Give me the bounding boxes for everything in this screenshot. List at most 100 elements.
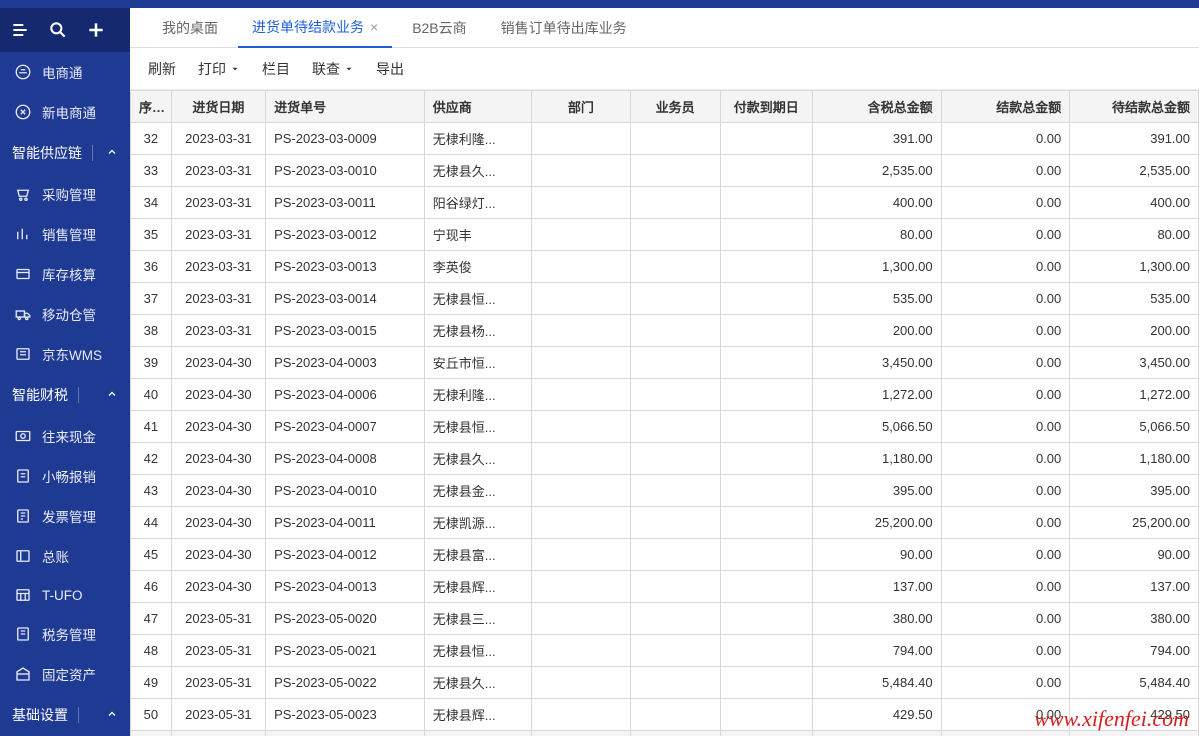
sidebar-item-1[interactable]: 新电商通 [0, 92, 130, 132]
sidebar-item-1-0[interactable]: 往来现金 [0, 416, 130, 456]
table-row[interactable]: 482023-05-31PS-2023-05-0021无棣县恒...794.00… [131, 635, 1199, 667]
th-0[interactable]: 序号 [131, 91, 172, 123]
sidebar: 电商通新电商通 智能供应链采购管理销售管理库存核算移动仓管京东WMS智能财税往来… [0, 8, 130, 736]
sidebar-group-0[interactable]: 智能供应链 [0, 132, 130, 174]
sidebar-group-2[interactable]: 基础设置 [0, 694, 130, 736]
table-row[interactable]: 472023-05-31PS-2023-05-0020无棣县三...380.00… [131, 603, 1199, 635]
cell: 400.00 [812, 187, 941, 219]
toolbar-btn-2[interactable]: 栏目 [262, 59, 290, 79]
cell: 2023-03-31 [171, 315, 265, 347]
sidebar-item-0-2[interactable]: 库存核算 [0, 254, 130, 294]
cell: 宁现丰 [424, 219, 531, 251]
footer-cell [720, 731, 812, 736]
tab-1[interactable]: 进货单待结款业务× [238, 8, 392, 48]
table-row[interactable]: 412023-04-30PS-2023-04-0007无棣县恒...5,066.… [131, 411, 1199, 443]
th-1[interactable]: 进货日期 [171, 91, 265, 123]
cell [532, 347, 631, 379]
close-icon[interactable]: × [370, 19, 378, 35]
cell: 32 [131, 123, 172, 155]
th-2[interactable]: 进货单号 [266, 91, 425, 123]
cell [532, 571, 631, 603]
table-row[interactable]: 462023-04-30PS-2023-04-0013无棣县辉...137.00… [131, 571, 1199, 603]
sidebar-item-0-0[interactable]: 采购管理 [0, 174, 130, 214]
table-row[interactable]: 362023-03-31PS-2023-03-0013李英俊1,300.000.… [131, 251, 1199, 283]
sidebar-item-0[interactable]: 电商通 [0, 52, 130, 92]
table-row[interactable]: 332023-03-31PS-2023-03-0010无棣县久...2,535.… [131, 155, 1199, 187]
cell: PS-2023-03-0015 [266, 315, 425, 347]
cell: 无棣县恒... [424, 411, 531, 443]
plus-icon[interactable] [86, 20, 106, 40]
toolbar-label: 刷新 [148, 59, 176, 79]
toolbar-btn-0[interactable]: 刷新 [148, 59, 176, 79]
footer-cell: 109,031.53 [812, 731, 941, 736]
cell: 0.00 [941, 251, 1070, 283]
sidebar-item-1-1[interactable]: 小畅报销 [0, 456, 130, 496]
cell: 137.00 [1070, 571, 1199, 603]
cell [630, 603, 720, 635]
table-row[interactable]: 402023-04-30PS-2023-04-0006无棣利隆...1,272.… [131, 379, 1199, 411]
cell: PS-2023-04-0013 [266, 571, 425, 603]
report-icon [14, 467, 32, 485]
cell [720, 699, 812, 731]
cell: 无棣凯源... [424, 507, 531, 539]
cell: 0.00 [941, 699, 1070, 731]
cell [532, 283, 631, 315]
cell: 380.00 [1070, 603, 1199, 635]
cell: 535.00 [1070, 283, 1199, 315]
sidebar-item-1-3[interactable]: 总账 [0, 536, 130, 576]
th-9[interactable]: 待结款总金额 [1070, 91, 1199, 123]
table-row[interactable]: 442023-04-30PS-2023-04-0011无棣凯源...25,200… [131, 507, 1199, 539]
th-6[interactable]: 付款到期日 [720, 91, 812, 123]
th-8[interactable]: 结款总金额 [941, 91, 1070, 123]
cell: 2023-04-30 [171, 507, 265, 539]
footer-cell: 合计 [131, 731, 172, 736]
tab-3[interactable]: 销售订单待出库业务 [487, 8, 641, 48]
table-row[interactable]: 492023-05-31PS-2023-05-0022无棣县久...5,484.… [131, 667, 1199, 699]
cell: PS-2023-05-0022 [266, 667, 425, 699]
th-3[interactable]: 供应商 [424, 91, 531, 123]
sidebar-group-1[interactable]: 智能财税 [0, 374, 130, 416]
table-row[interactable]: 422023-04-30PS-2023-04-0008无棣县久...1,180.… [131, 443, 1199, 475]
search-icon[interactable] [48, 20, 68, 40]
th-5[interactable]: 业务员 [630, 91, 720, 123]
cell: PS-2023-04-0003 [266, 347, 425, 379]
sidebar-item-1-4[interactable]: T-UFO [0, 576, 130, 614]
cell: 3,450.00 [812, 347, 941, 379]
table-row[interactable]: 382023-03-31PS-2023-03-0015无棣县杨...200.00… [131, 315, 1199, 347]
tab-0[interactable]: 我的桌面 [148, 8, 232, 48]
nav-label: 移动仓管 [42, 304, 96, 324]
cell: 0.00 [941, 411, 1070, 443]
table-wrap[interactable]: 序号进货日期进货单号供应商部门业务员付款到期日含税总金额结款总金额待结款总金额 … [130, 90, 1199, 736]
cell [720, 347, 812, 379]
table-row[interactable]: 432023-04-30PS-2023-04-0010无棣县金...395.00… [131, 475, 1199, 507]
tab-2[interactable]: B2B云商 [398, 8, 480, 48]
nav-label: 电商通 [42, 62, 83, 82]
toolbar-btn-3[interactable]: 联查 [312, 59, 354, 79]
sidebar-item-1-6[interactable]: 固定资产 [0, 654, 130, 694]
sidebar-item-1-5[interactable]: 税务管理 [0, 614, 130, 654]
toolbar-btn-4[interactable]: 导出 [376, 59, 404, 79]
th-7[interactable]: 含税总金额 [812, 91, 941, 123]
sidebar-item-0-4[interactable]: 京东WMS [0, 334, 130, 374]
table-row[interactable]: 342023-03-31PS-2023-03-0011阳谷绿灯...400.00… [131, 187, 1199, 219]
table-row[interactable]: 452023-04-30PS-2023-04-0012无棣县富...90.000… [131, 539, 1199, 571]
cell: 2023-05-31 [171, 603, 265, 635]
cell: 429.50 [1070, 699, 1199, 731]
cart-icon [14, 185, 32, 203]
cell: 1,180.00 [812, 443, 941, 475]
toolbar-btn-1[interactable]: 打印 [198, 59, 240, 79]
cell: 395.00 [1070, 475, 1199, 507]
sidebar-item-1-2[interactable]: 发票管理 [0, 496, 130, 536]
table-row[interactable]: 392023-04-30PS-2023-04-0003安丘市恒...3,450.… [131, 347, 1199, 379]
table-row[interactable]: 372023-03-31PS-2023-03-0014无棣县恒...535.00… [131, 283, 1199, 315]
sidebar-item-0-3[interactable]: 移动仓管 [0, 294, 130, 334]
table-row[interactable]: 322023-03-31PS-2023-03-0009无棣利隆...391.00… [131, 123, 1199, 155]
cell: 5,066.50 [812, 411, 941, 443]
menu-icon[interactable] [10, 20, 30, 40]
nav-label: 库存核算 [42, 264, 96, 284]
table-row[interactable]: 352023-03-31PS-2023-03-0012宁现丰80.000.008… [131, 219, 1199, 251]
table-row[interactable]: 502023-05-31PS-2023-05-0023无棣县辉...429.50… [131, 699, 1199, 731]
sidebar-item-0-1[interactable]: 销售管理 [0, 214, 130, 254]
th-4[interactable]: 部门 [532, 91, 631, 123]
cell: 2023-04-30 [171, 571, 265, 603]
